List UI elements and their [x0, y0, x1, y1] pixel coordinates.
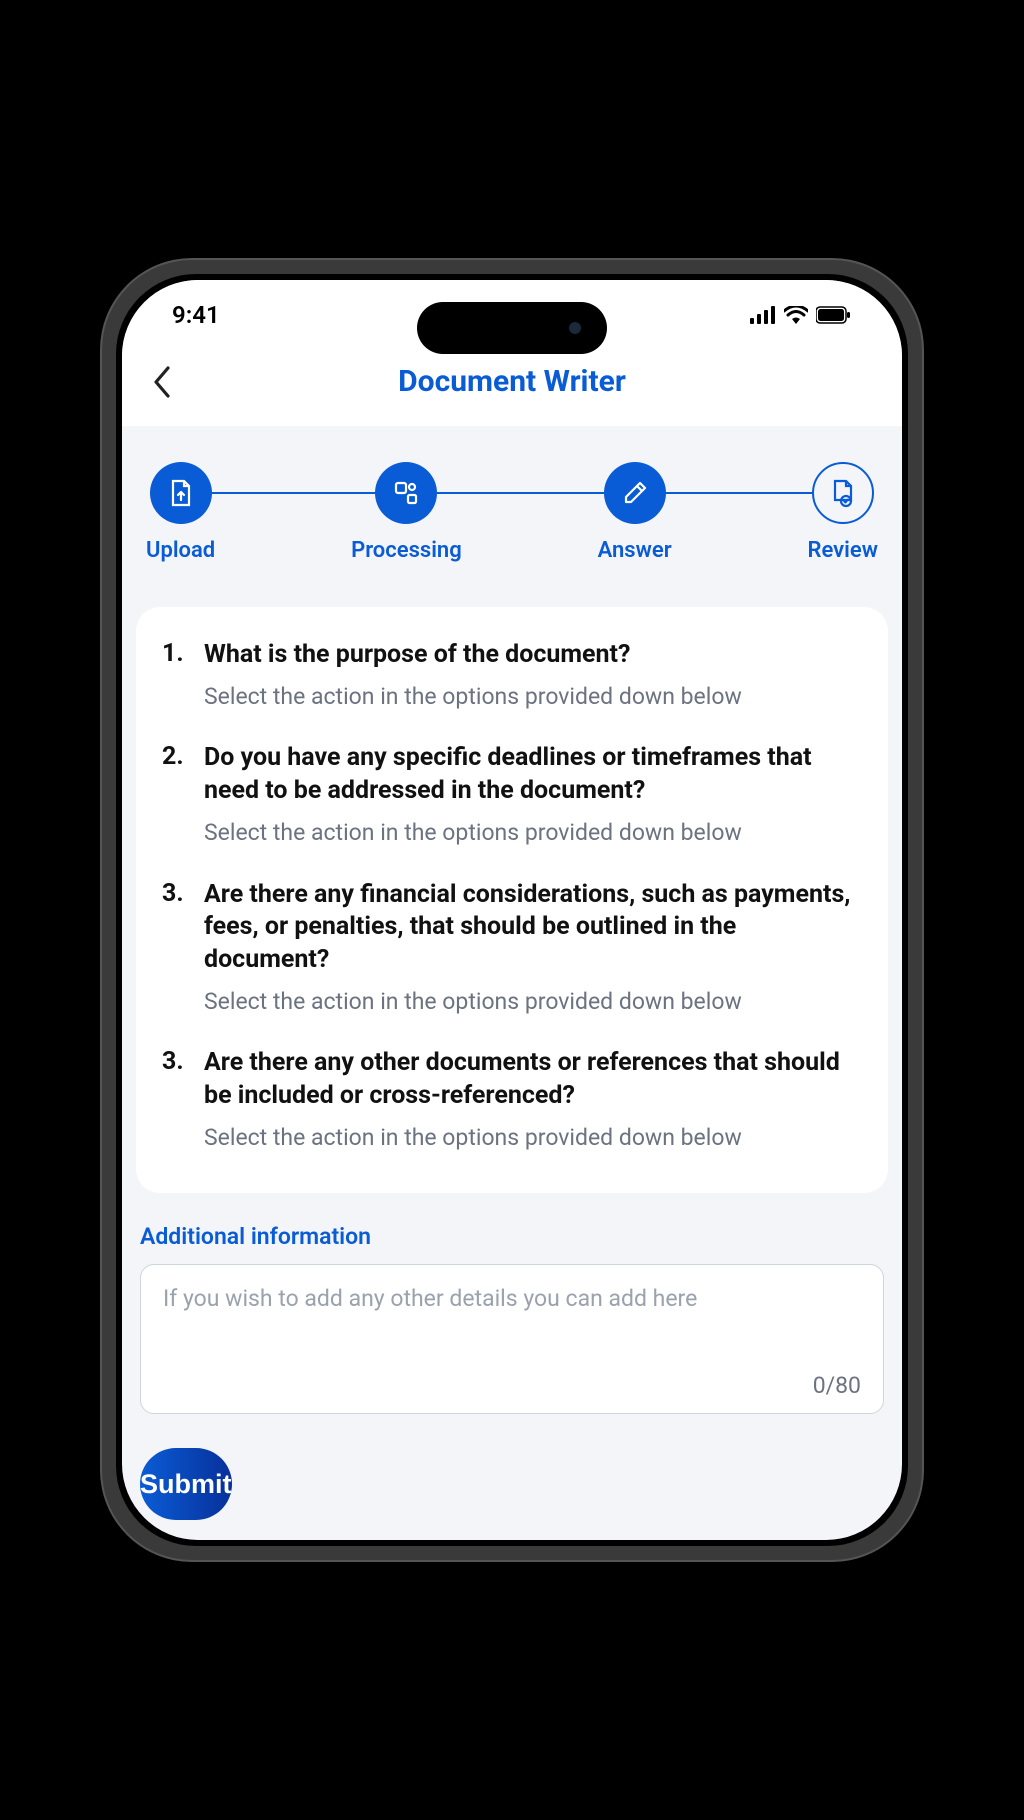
status-indicators — [750, 306, 852, 324]
question-title: Do you have any specific deadlines or ti… — [204, 742, 862, 807]
questions-card: 1. What is the purpose of the document? … — [136, 607, 888, 1193]
question-title: Are there any other documents or referen… — [204, 1047, 862, 1112]
additional-info-input-wrapper: 0/80 — [140, 1264, 884, 1414]
question-number: 3. — [162, 879, 190, 1018]
question-number: 2. — [162, 742, 190, 848]
submit-label: Submit — [140, 1469, 232, 1500]
wifi-icon — [784, 306, 808, 324]
step-review[interactable]: Review — [807, 462, 878, 563]
cellular-icon — [750, 306, 776, 324]
question-title: Are there any financial considerations, … — [204, 879, 862, 977]
phone-bezel: 9:41 Document Writer Upload — [116, 274, 908, 1546]
progress-stepper: Upload Processing Answer Review — [122, 426, 902, 607]
question-item: 3. Are there any other documents or refe… — [162, 1047, 862, 1153]
screen: 9:41 Document Writer Upload — [122, 280, 902, 1540]
question-subtitle: Select the action in the options provide… — [204, 817, 862, 848]
question-subtitle: Select the action in the options provide… — [204, 1122, 862, 1153]
question-subtitle: Select the action in the options provide… — [204, 681, 862, 712]
step-label: Review — [807, 538, 878, 563]
battery-icon — [816, 306, 852, 324]
question-number: 1. — [162, 639, 190, 713]
step-upload[interactable]: Upload — [146, 462, 215, 563]
step-label: Upload — [146, 538, 215, 563]
step-label: Processing — [351, 538, 462, 563]
question-title: What is the purpose of the document? — [204, 639, 862, 672]
question-subtitle: Select the action in the options provide… — [204, 986, 862, 1017]
step-processing[interactable]: Processing — [351, 462, 462, 563]
submit-button[interactable]: Submit — [140, 1448, 232, 1520]
file-review-icon — [812, 462, 874, 524]
question-item: 2. Do you have any specific deadlines or… — [162, 742, 862, 848]
dynamic-island — [417, 302, 607, 354]
question-number: 3. — [162, 1047, 190, 1153]
processing-icon — [375, 462, 437, 524]
step-label: Answer — [598, 538, 672, 563]
additional-info-input[interactable] — [163, 1285, 861, 1364]
status-time: 9:41 — [172, 301, 220, 329]
additional-info-section: Additional information 0/80 — [122, 1223, 902, 1438]
back-button[interactable] — [152, 366, 192, 398]
pencil-icon — [604, 462, 666, 524]
page-title: Document Writer — [398, 364, 626, 399]
app-header: Document Writer — [122, 350, 902, 426]
question-item: 1. What is the purpose of the document? … — [162, 639, 862, 713]
additional-info-label: Additional information — [140, 1223, 884, 1250]
question-item: 3. Are there any financial consideration… — [162, 879, 862, 1018]
file-upload-icon — [150, 462, 212, 524]
phone-frame: 9:41 Document Writer Upload — [102, 260, 922, 1560]
char-counter: 0/80 — [813, 1372, 861, 1399]
step-answer[interactable]: Answer — [598, 462, 672, 563]
